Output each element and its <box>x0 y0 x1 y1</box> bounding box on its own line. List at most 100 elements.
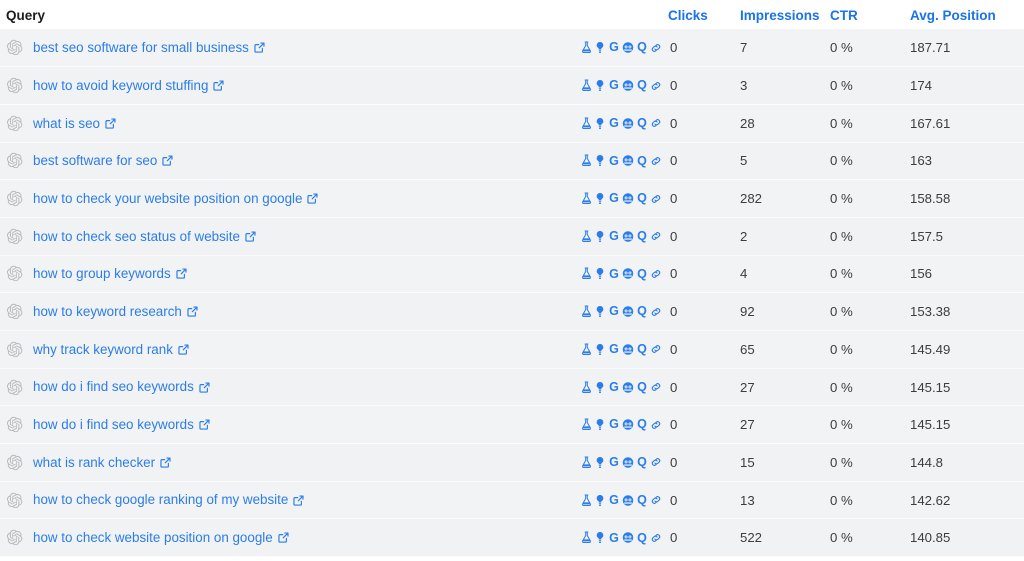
external-link-icon[interactable] <box>176 268 187 280</box>
table-row[interactable]: best software for seo G Q 0 5 0 % 163 <box>0 142 1024 180</box>
link-icon[interactable] <box>650 418 662 432</box>
lightbulb-icon[interactable] <box>594 229 606 243</box>
lightbulb-icon[interactable] <box>594 418 606 432</box>
moz-icon[interactable] <box>622 229 634 243</box>
table-row[interactable]: how to check google ranking of my websit… <box>0 481 1024 519</box>
query-link[interactable]: how to check your website position on go… <box>33 191 302 205</box>
query-link[interactable]: how do i find seo keywords <box>33 380 194 394</box>
external-link-icon[interactable] <box>245 231 256 242</box>
quora-icon[interactable]: Q <box>636 41 648 55</box>
moz-icon[interactable] <box>622 493 634 507</box>
link-icon[interactable] <box>650 531 662 545</box>
google-icon[interactable]: G <box>608 380 620 394</box>
query-link[interactable]: how to check google ranking of my websit… <box>33 493 288 507</box>
moz-icon[interactable] <box>622 154 634 168</box>
google-icon[interactable]: G <box>608 455 620 469</box>
external-link-icon[interactable] <box>199 419 210 430</box>
lightbulb-icon[interactable] <box>594 380 606 394</box>
moz-icon[interactable] <box>622 418 634 432</box>
lightbulb-icon[interactable] <box>594 79 606 93</box>
google-icon[interactable]: G <box>608 342 620 356</box>
column-header-ctr[interactable]: CTR <box>830 0 910 29</box>
quora-icon[interactable]: Q <box>636 380 648 394</box>
flask-icon[interactable] <box>580 531 592 545</box>
link-icon[interactable] <box>650 41 662 55</box>
query-link[interactable]: what is seo <box>33 116 100 130</box>
flask-icon[interactable] <box>580 116 592 130</box>
external-link-icon[interactable] <box>187 306 198 317</box>
external-link-icon[interactable] <box>178 344 189 355</box>
table-row[interactable]: how to avoid keyword stuffing G Q 0 3 0 % 1… <box>0 66 1024 105</box>
query-link[interactable]: why track keyword rank <box>33 342 173 356</box>
table-row[interactable]: how to keyword research G Q 0 92 0 % 153.38 <box>0 292 1024 331</box>
query-link[interactable]: how do i find seo keywords <box>33 418 194 432</box>
quora-icon[interactable]: Q <box>636 342 648 356</box>
lightbulb-icon[interactable] <box>594 455 606 469</box>
query-link[interactable]: how to check seo status of website <box>33 229 240 243</box>
link-icon[interactable] <box>650 305 662 319</box>
moz-icon[interactable] <box>622 79 634 93</box>
moz-icon[interactable] <box>622 531 634 545</box>
google-icon[interactable]: G <box>608 493 620 507</box>
link-icon[interactable] <box>650 267 662 281</box>
external-link-icon[interactable] <box>307 193 319 204</box>
external-link-icon[interactable] <box>293 495 304 506</box>
google-icon[interactable]: G <box>608 229 620 243</box>
quora-icon[interactable]: Q <box>636 493 648 507</box>
column-header-impressions[interactable]: Impressions <box>740 0 830 29</box>
google-icon[interactable]: G <box>608 41 620 55</box>
moz-icon[interactable] <box>622 267 634 281</box>
moz-icon[interactable] <box>622 455 634 469</box>
link-icon[interactable] <box>650 116 662 130</box>
query-link[interactable]: best seo software for small business <box>33 40 249 54</box>
google-icon[interactable]: G <box>608 418 620 432</box>
moz-icon[interactable] <box>622 342 634 356</box>
flask-icon[interactable] <box>580 455 592 469</box>
google-icon[interactable]: G <box>608 154 620 168</box>
lightbulb-icon[interactable] <box>594 154 606 168</box>
external-link-icon[interactable] <box>105 118 116 129</box>
external-link-icon[interactable] <box>278 532 289 543</box>
link-icon[interactable] <box>650 79 662 93</box>
moz-icon[interactable] <box>622 41 634 55</box>
external-link-icon[interactable] <box>162 155 173 167</box>
table-row[interactable]: why track keyword rank G Q 0 65 0 % 145.49 <box>0 330 1024 369</box>
query-link[interactable]: what is rank checker <box>33 455 155 469</box>
link-icon[interactable] <box>650 192 662 206</box>
query-link[interactable]: best software for seo <box>33 154 157 168</box>
link-icon[interactable] <box>650 493 662 507</box>
external-link-icon[interactable] <box>254 42 265 53</box>
column-header-avg-position[interactable]: Avg. Position <box>910 0 1024 29</box>
google-icon[interactable]: G <box>608 116 620 130</box>
flask-icon[interactable] <box>580 493 592 507</box>
flask-icon[interactable] <box>580 380 592 394</box>
external-link-icon[interactable] <box>199 381 210 393</box>
column-header-query[interactable]: Query <box>0 0 580 29</box>
link-icon[interactable] <box>650 154 662 168</box>
table-row[interactable]: how do i find seo keywords G Q 0 27 0 % 145… <box>0 405 1024 444</box>
lightbulb-icon[interactable] <box>594 342 606 356</box>
google-icon[interactable]: G <box>608 267 620 281</box>
lightbulb-icon[interactable] <box>594 192 606 206</box>
quora-icon[interactable]: Q <box>636 192 648 206</box>
moz-icon[interactable] <box>622 305 634 319</box>
table-row[interactable]: how do i find seo keywords G Q 0 27 0 % 145… <box>0 368 1024 406</box>
column-header-clicks[interactable]: Clicks <box>668 0 740 29</box>
lightbulb-icon[interactable] <box>594 531 606 545</box>
link-icon[interactable] <box>650 342 662 356</box>
table-row[interactable]: how to group keywords G Q 0 4 0 % 156 <box>0 255 1024 293</box>
query-link[interactable]: how to group keywords <box>33 267 171 281</box>
google-icon[interactable]: G <box>608 305 620 319</box>
flask-icon[interactable] <box>580 79 592 93</box>
link-icon[interactable] <box>650 380 662 394</box>
query-link[interactable]: how to avoid keyword stuffing <box>33 78 208 92</box>
google-icon[interactable]: G <box>608 192 620 206</box>
quora-icon[interactable]: Q <box>636 531 648 545</box>
flask-icon[interactable] <box>580 418 592 432</box>
quora-icon[interactable]: Q <box>636 229 648 243</box>
quora-icon[interactable]: Q <box>636 79 648 93</box>
table-row[interactable]: how to check your website position on go… <box>0 179 1024 218</box>
quora-icon[interactable]: Q <box>636 418 648 432</box>
flask-icon[interactable] <box>580 229 592 243</box>
link-icon[interactable] <box>650 229 662 243</box>
